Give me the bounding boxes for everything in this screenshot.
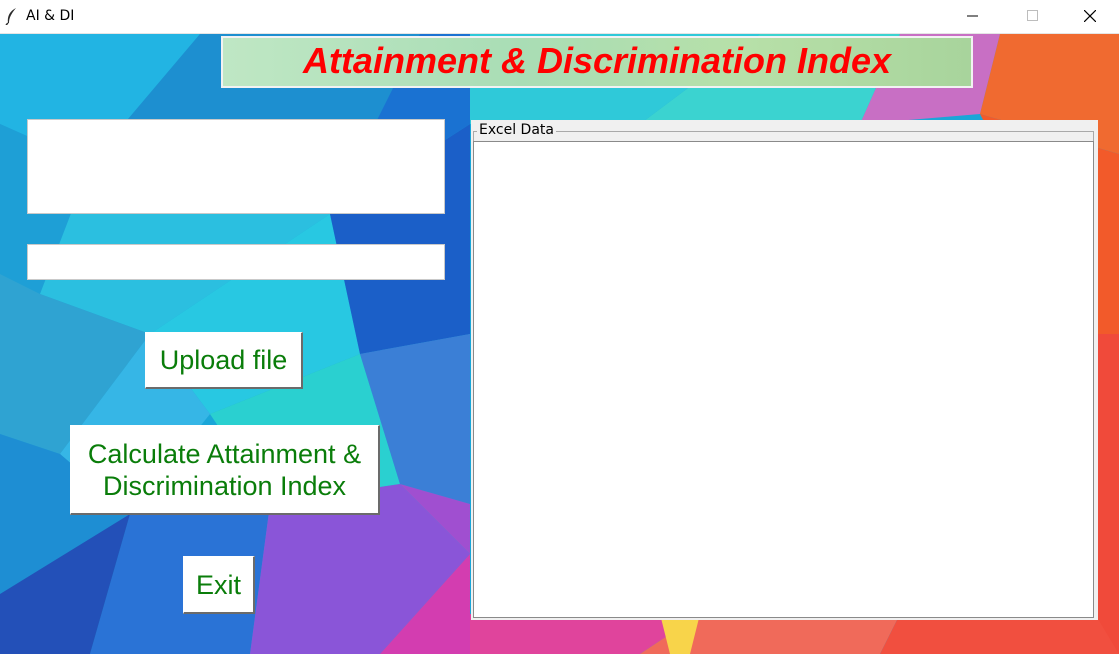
upload-file-button[interactable]: Upload file — [145, 332, 303, 389]
title-banner: Attainment & Discrimination Index — [221, 36, 973, 88]
minimize-button[interactable] — [950, 0, 996, 33]
minimize-icon — [967, 15, 978, 17]
file-info-textbox[interactable] — [27, 119, 445, 214]
file-path-entry[interactable] — [27, 244, 445, 280]
excel-data-table[interactable] — [473, 141, 1094, 618]
close-button[interactable] — [1067, 0, 1113, 33]
exit-button[interactable]: Exit — [183, 556, 255, 614]
maximize-icon — [1027, 10, 1038, 21]
window-titlebar: AI & DI — [0, 0, 1119, 34]
maximize-button[interactable] — [1010, 0, 1056, 33]
calculate-index-button[interactable]: Calculate Attainment & Discrimination In… — [70, 425, 380, 515]
excel-data-frame: Excel Data — [471, 120, 1098, 620]
close-icon — [1084, 10, 1096, 22]
excel-data-label: Excel Data — [477, 122, 556, 138]
page-title: Attainment & Discrimination Index — [302, 40, 892, 81]
window-title: AI & DI — [26, 8, 75, 24]
feather-icon — [5, 8, 16, 25]
